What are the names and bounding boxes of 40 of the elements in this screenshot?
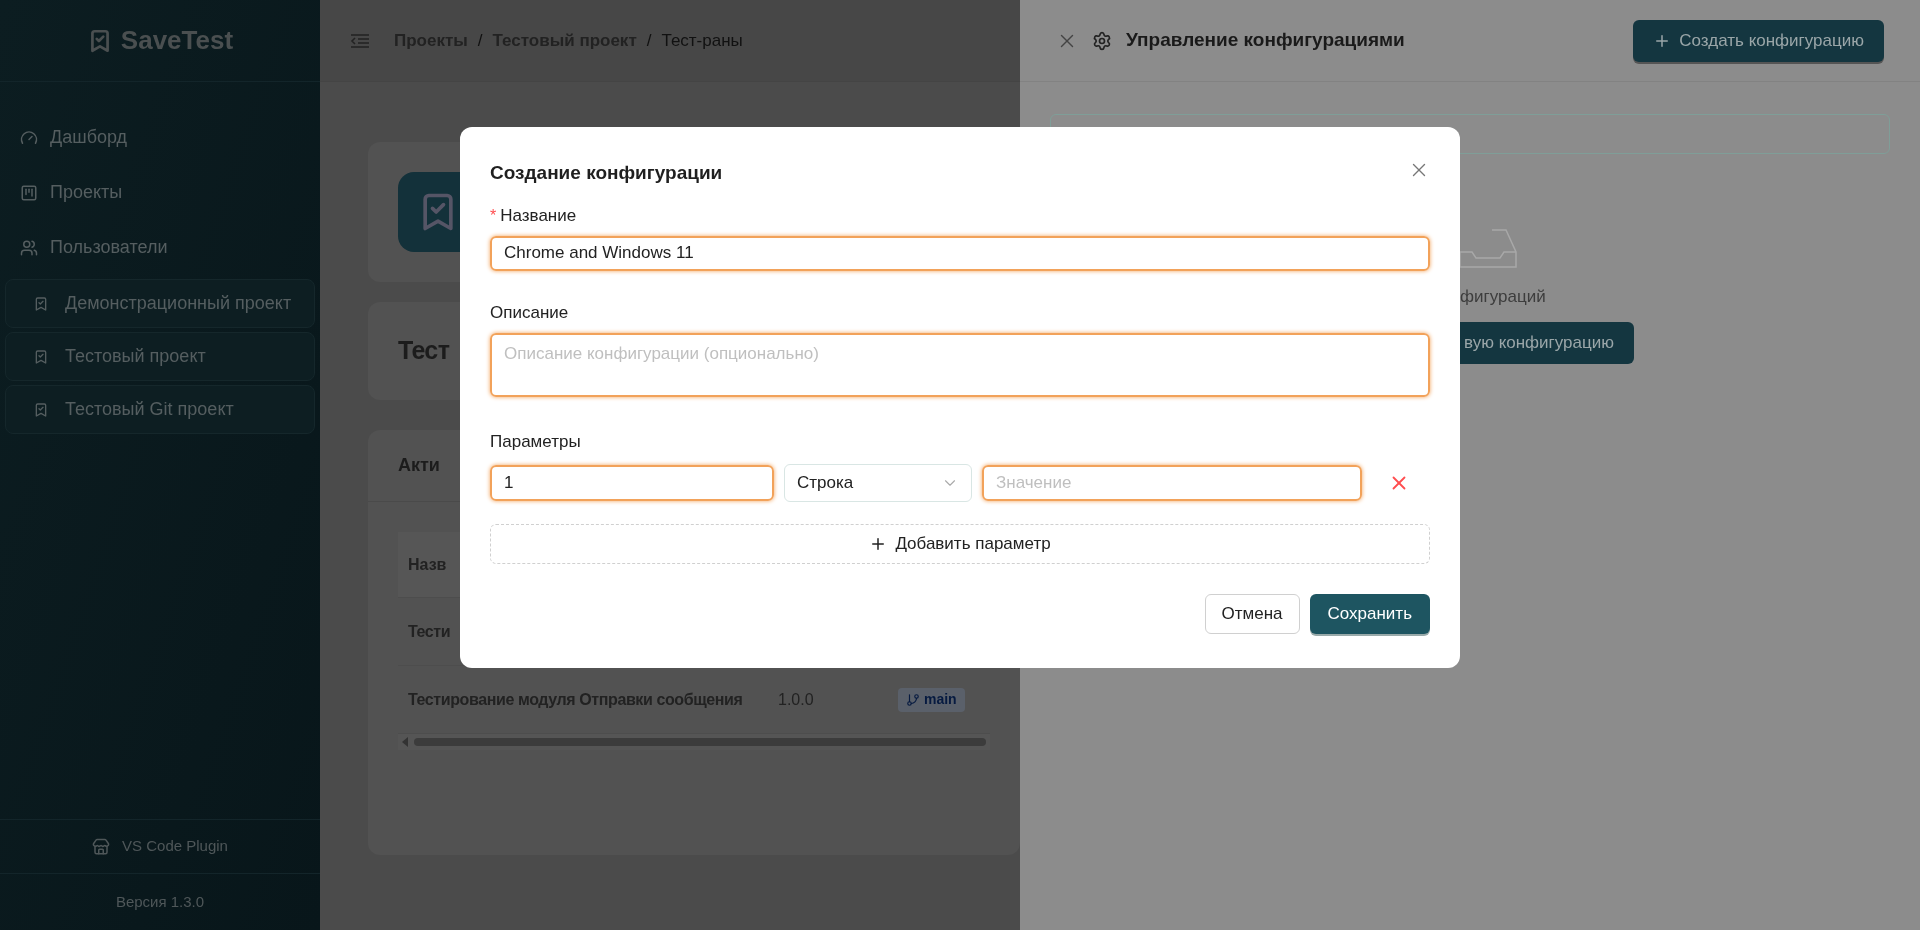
description-field[interactable]: Описание конфигурации (опционально) xyxy=(490,332,1430,397)
nav-item[interactable]: Проекты xyxy=(0,165,320,220)
field-label: Описание xyxy=(490,301,569,324)
breadcrumb-separator: / xyxy=(477,29,483,52)
breadcrumb-separator: / xyxy=(646,29,652,52)
scroll-left-icon[interactable] xyxy=(402,737,408,747)
version-text: Версия 1.3.0 xyxy=(115,891,205,912)
project-item[interactable]: Демонстрационный проект xyxy=(5,279,315,328)
project-item[interactable]: Тестовый проект xyxy=(5,332,315,381)
branch-tag: main xyxy=(898,687,965,712)
value-field[interactable]: Значение xyxy=(982,465,1362,501)
add-parameter-button[interactable]: Добавить параметр xyxy=(490,524,1430,564)
type-select[interactable]: Строка xyxy=(784,464,972,502)
project-icon xyxy=(33,401,49,418)
store-icon xyxy=(92,837,111,856)
nav-item[interactable]: Пользователи xyxy=(0,220,320,275)
settings-icon xyxy=(1092,30,1112,51)
create-configuration-button[interactable]: Создать конфигурацию xyxy=(1633,19,1884,62)
save-button[interactable]: Сохранить xyxy=(1309,594,1430,634)
cancel-button[interactable]: Отмена xyxy=(1204,594,1300,634)
parameters-label: Параметры xyxy=(490,430,582,453)
name-field[interactable]: Chrome and Windows 11 xyxy=(490,235,1430,271)
required-mark: * xyxy=(490,205,497,226)
create-first-button[interactable]: вую конфигурацию xyxy=(1460,321,1634,364)
menu-icon[interactable] xyxy=(350,32,370,49)
project-item[interactable]: Тестовый Git проект xyxy=(5,385,315,434)
plugin-link[interactable]: VS Code Plugin xyxy=(122,835,228,858)
users-icon xyxy=(20,238,38,257)
key-field[interactable]: 1 xyxy=(490,465,774,501)
gauge-icon xyxy=(20,128,38,147)
field-label: Название xyxy=(500,204,577,227)
project-icon xyxy=(33,295,49,312)
empty-text: фигураций xyxy=(1460,286,1546,308)
nav-item[interactable]: Дашборд xyxy=(0,110,320,165)
board-icon xyxy=(20,183,38,202)
branch-icon xyxy=(906,692,920,707)
dialog-title: Создание конфигурации xyxy=(490,161,723,185)
project-icon xyxy=(33,348,49,365)
logo-text: SaveTest xyxy=(120,24,234,57)
drawer-title: Управление конфигурациями xyxy=(1126,28,1405,53)
